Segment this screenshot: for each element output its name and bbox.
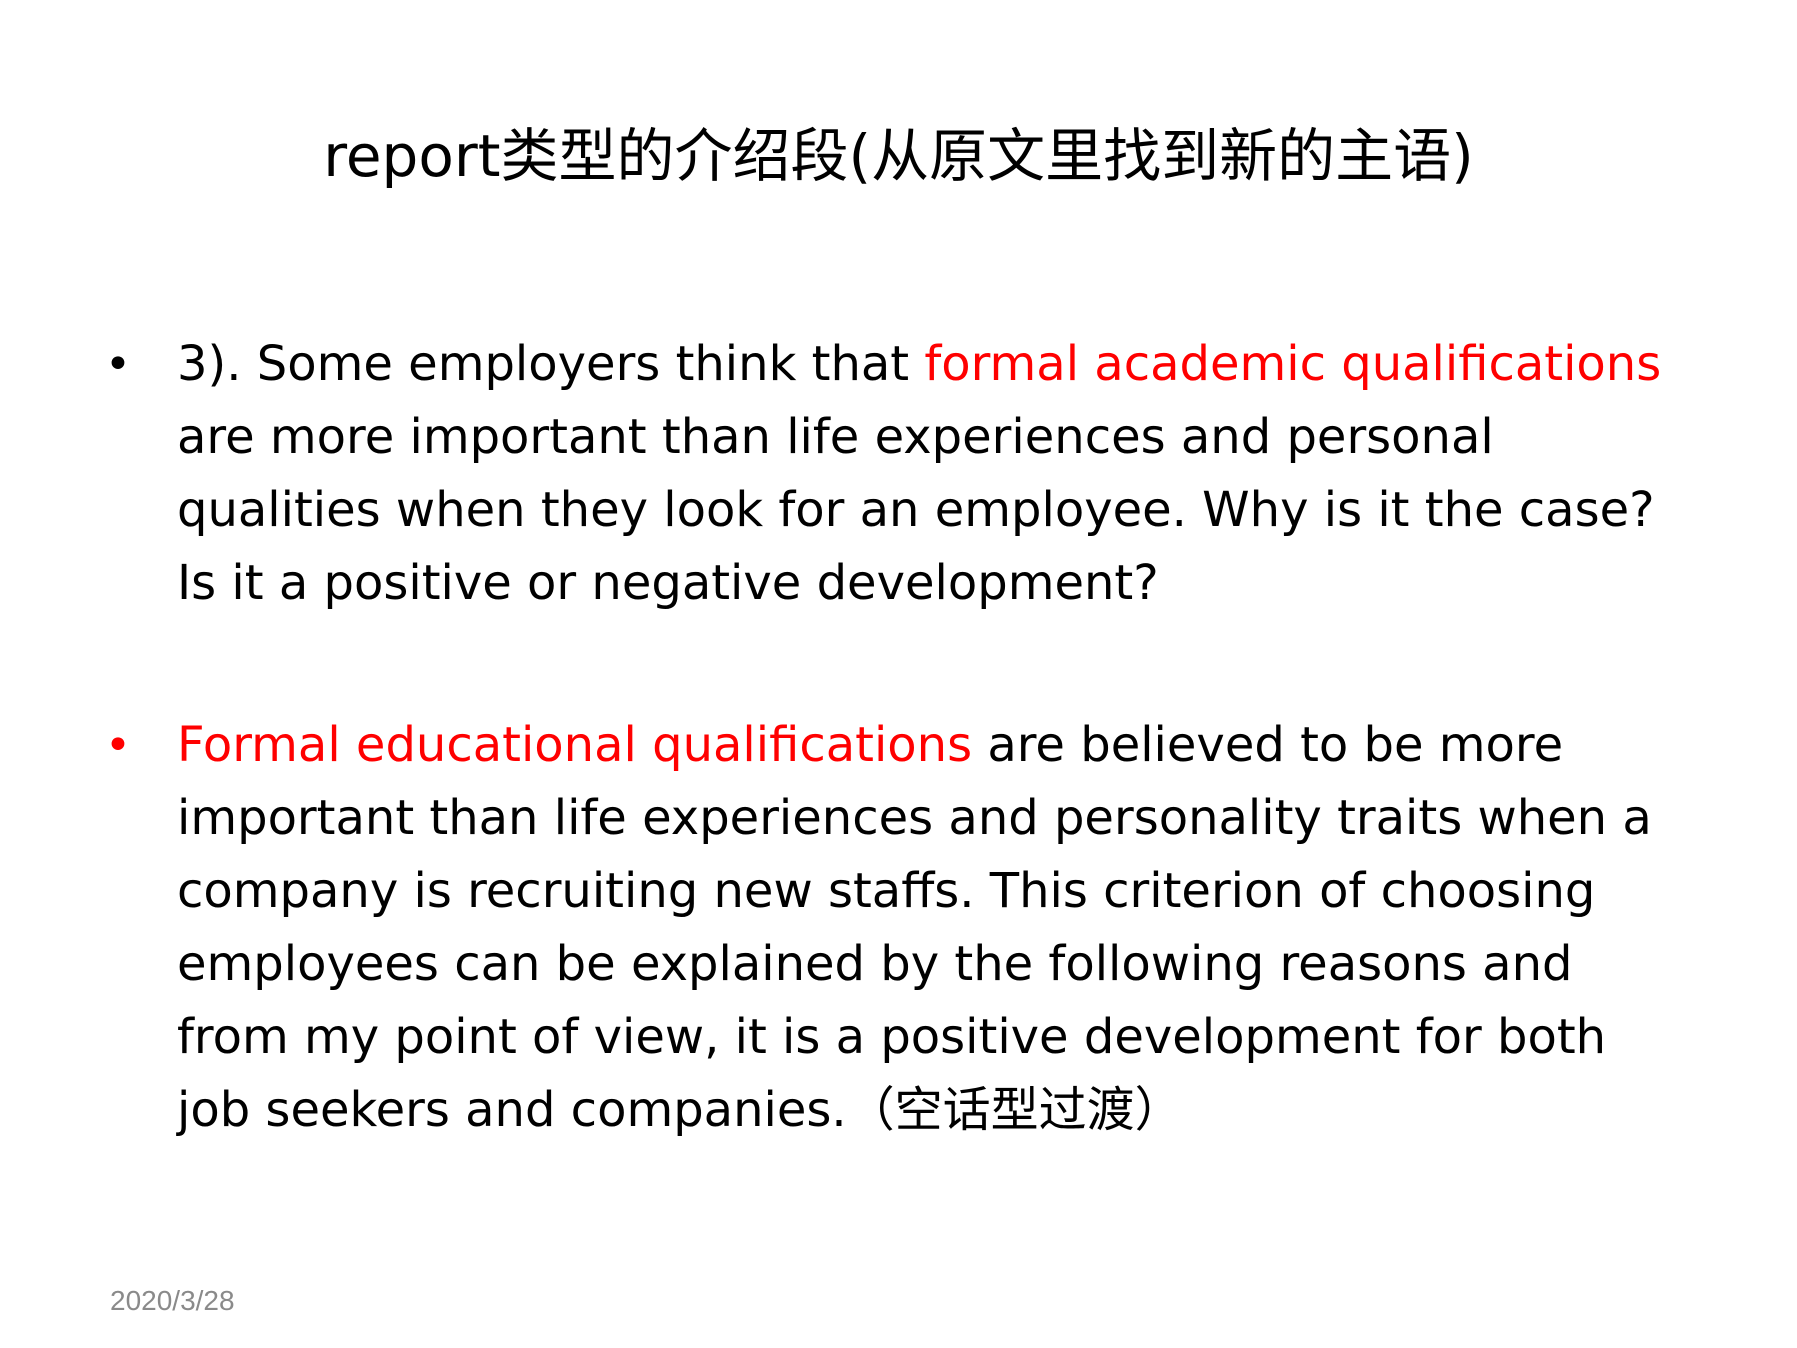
text-line: from my point of view, it is a positive … <box>177 1009 1607 1065</box>
text-line: 3). Some employers think that formal aca… <box>177 328 1705 401</box>
bullet-marker: • <box>105 339 131 390</box>
text-line: qualities when they look for an employee… <box>177 482 1655 538</box>
slide-date: 2020/3/28 <box>110 1285 235 1316</box>
text-line: Formal educational qualifications are be… <box>177 709 1705 782</box>
text-line: are more important than life experiences… <box>177 409 1494 465</box>
text-line: company is recruiting new staffs. This c… <box>177 863 1596 919</box>
text-line: employees can be explained by the follow… <box>177 936 1573 992</box>
bullet-list: • 3). Some employers think that formal a… <box>105 328 1705 1147</box>
slide-title: report类型的介绍段(从原文里找到新的主语) <box>323 122 1474 190</box>
text-line: job seekers and companies.（空话型过渡） <box>177 1082 1183 1138</box>
text-line: important than life experiences and pers… <box>177 790 1652 846</box>
text-line: Is it a positive or negative development… <box>177 555 1159 611</box>
bullet-item-answer: • Formal educational qualifications are … <box>105 709 1705 1147</box>
slide: report类型的介绍段(从原文里找到新的主语) • 3). Some empl… <box>0 0 1797 1348</box>
highlighted-subject: formal academic qualifications <box>924 336 1662 392</box>
bullet-marker: • <box>105 720 131 771</box>
line-text: are believed to be more <box>972 717 1564 773</box>
line-text: 3). Some employers think that <box>177 336 925 392</box>
bullet-item-question: • 3). Some employers think that formal a… <box>105 328 1705 620</box>
highlighted-subject: Formal educational qualifications <box>177 717 973 773</box>
